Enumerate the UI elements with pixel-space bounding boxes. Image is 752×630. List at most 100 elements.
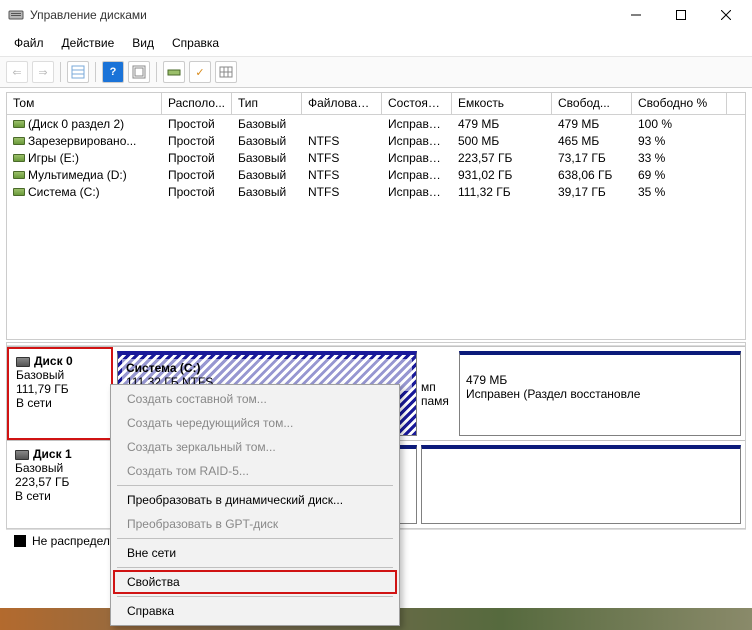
cell-type: Базовый — [232, 117, 302, 131]
cm-convert-dynamic[interactable]: Преобразовать в динамический диск... — [113, 488, 397, 512]
legend-label-unallocated: Не распредел — [32, 534, 110, 548]
app-icon — [8, 7, 24, 23]
disk-label-box[interactable]: Диск 1 Базовый 223,57 ГБ В сети — [7, 441, 113, 528]
disk-icon — [16, 357, 30, 367]
cell-state: Исправен... — [382, 168, 452, 182]
partition[interactable]: 479 МБ Исправен (Раздел восстановле — [459, 351, 741, 436]
cell-cap: 223,57 ГБ — [452, 151, 552, 165]
cm-properties[interactable]: Свойства — [113, 570, 397, 594]
disk-list-button[interactable] — [163, 61, 185, 83]
help-button[interactable]: ? — [102, 61, 124, 83]
cell-name: (Диск 0 раздел 2) — [28, 117, 124, 131]
cm-create-striped[interactable]: Создать чередующийся том... — [113, 411, 397, 435]
cell-cap: 111,32 ГБ — [452, 185, 552, 199]
cell-cap: 931,02 ГБ — [452, 168, 552, 182]
cell-free: 39,17 ГБ — [552, 185, 632, 199]
cm-separator — [117, 538, 393, 539]
col-state[interactable]: Состояние — [382, 93, 452, 114]
titlebar: Управление дисками — [0, 0, 752, 30]
cm-create-raid5[interactable]: Создать том RAID-5... — [113, 459, 397, 483]
cm-create-mirror[interactable]: Создать зеркальный том... — [113, 435, 397, 459]
volume-icon — [13, 137, 25, 145]
cell-layout: Простой — [162, 134, 232, 148]
disk-type: Базовый — [16, 368, 104, 382]
col-free-pct[interactable]: Свободно % — [632, 93, 727, 114]
volume-icon — [13, 188, 25, 196]
cell-state: Исправен... — [382, 185, 452, 199]
table-row[interactable]: Мультимедиа (D:) Простой Базовый NTFS Ис… — [7, 166, 745, 183]
col-volume[interactable]: Том — [7, 93, 162, 114]
volume-icon — [13, 171, 25, 179]
cell-type: Базовый — [232, 168, 302, 182]
disk-size: 223,57 ГБ — [15, 475, 104, 489]
cell-state: Исправен... — [382, 151, 452, 165]
maximize-button[interactable] — [658, 1, 703, 29]
menu-help[interactable]: Справка — [164, 34, 227, 52]
cell-cap: 479 МБ — [452, 117, 552, 131]
col-type[interactable]: Тип — [232, 93, 302, 114]
col-layout[interactable]: Располо... — [162, 93, 232, 114]
col-fs[interactable]: Файловая с... — [302, 93, 382, 114]
back-button[interactable]: ⇐ — [6, 61, 28, 83]
cell-type: Базовый — [232, 185, 302, 199]
cell-free: 73,17 ГБ — [552, 151, 632, 165]
menubar: Файл Действие Вид Справка — [0, 30, 752, 57]
menu-view[interactable]: Вид — [124, 34, 162, 52]
table-row[interactable]: Зарезервировано... Простой Базовый NTFS … — [7, 132, 745, 149]
volume-icon — [13, 120, 25, 128]
disk-icon — [15, 450, 29, 460]
disk-title: Диск 0 — [34, 354, 73, 368]
cell-freep: 35 % — [632, 185, 727, 199]
cell-type: Базовый — [232, 151, 302, 165]
toolbar-sep2 — [95, 62, 96, 82]
close-button[interactable] — [703, 1, 748, 29]
volume-icon — [13, 154, 25, 162]
window-title: Управление дисками — [30, 8, 613, 22]
partition-title: Система (C:) — [126, 361, 408, 375]
table-row[interactable]: (Диск 0 раздел 2) Простой Базовый Исправ… — [7, 115, 745, 132]
cm-separator — [117, 596, 393, 597]
refresh-button[interactable] — [128, 61, 150, 83]
cell-free: 638,06 ГБ — [552, 168, 632, 182]
table-row[interactable]: Игры (E:) Простой Базовый NTFS Исправен.… — [7, 149, 745, 166]
partition[interactable] — [421, 445, 741, 524]
cm-separator — [117, 485, 393, 486]
window-controls — [613, 1, 748, 29]
menu-action[interactable]: Действие — [54, 34, 123, 52]
cell-layout: Простой — [162, 168, 232, 182]
cell-fs: NTFS — [302, 168, 382, 182]
cell-cap: 500 МБ — [452, 134, 552, 148]
cm-convert-gpt[interactable]: Преобразовать в GPT-диск — [113, 512, 397, 536]
cell-free: 479 МБ — [552, 117, 632, 131]
disk-status: В сети — [16, 396, 104, 410]
cell-layout: Простой — [162, 151, 232, 165]
cell-freep: 69 % — [632, 168, 727, 182]
table-row[interactable]: Система (C:) Простой Базовый NTFS Исправ… — [7, 183, 745, 200]
menu-file[interactable]: Файл — [6, 34, 52, 52]
cell-name: Игры (E:) — [28, 151, 79, 165]
cell-fs: NTFS — [302, 185, 382, 199]
fwd-button[interactable]: ⇒ — [32, 61, 54, 83]
cell-fs: NTFS — [302, 134, 382, 148]
volume-list: Том Располо... Тип Файловая с... Состоян… — [6, 92, 746, 340]
disk-title: Диск 1 — [33, 447, 72, 461]
partition-size: 479 МБ — [466, 373, 734, 387]
col-capacity[interactable]: Емкость — [452, 93, 552, 114]
cm-help[interactable]: Справка — [113, 599, 397, 623]
cell-free: 465 МБ — [552, 134, 632, 148]
disk-status: В сети — [15, 489, 104, 503]
cell-freep: 93 % — [632, 134, 727, 148]
view-list-button[interactable] — [67, 61, 89, 83]
check-button[interactable]: ✓ — [189, 61, 211, 83]
toolbar: ⇐ ⇒ ? ✓ — [0, 57, 752, 88]
partition-status: Исправен (Раздел восстановле — [466, 387, 734, 401]
disk-label-box[interactable]: Диск 0 Базовый 111,79 ГБ В сети — [7, 347, 113, 440]
partition-label-extra: мп памя — [421, 351, 455, 436]
cell-state: Исправен... — [382, 134, 452, 148]
cm-create-spanned[interactable]: Создать составной том... — [113, 387, 397, 411]
grid-button[interactable] — [215, 61, 237, 83]
col-free[interactable]: Свобод... — [552, 93, 632, 114]
cell-layout: Простой — [162, 117, 232, 131]
minimize-button[interactable] — [613, 1, 658, 29]
cm-offline[interactable]: Вне сети — [113, 541, 397, 565]
